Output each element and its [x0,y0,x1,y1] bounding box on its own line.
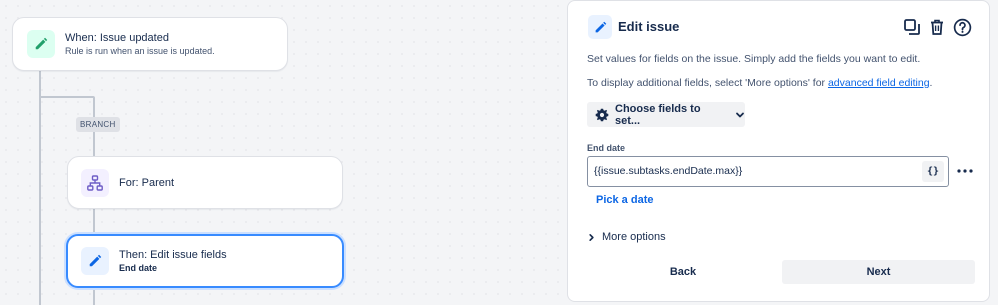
action-node-title: Then: Edit issue fields [119,249,227,261]
more-horizontal-icon[interactable] [955,161,975,181]
help-icon[interactable] [951,16,973,38]
smart-value-button[interactable]: {} [922,161,944,182]
chevron-down-icon [735,110,745,120]
connector-branch-curve [39,96,95,98]
advanced-field-editing-link[interactable]: advanced field editing [828,77,930,89]
action-node-text: Then: Edit issue fields End date [119,248,227,274]
duplicate-icon[interactable] [901,16,923,38]
panel-description: Set values for fields on the issue. Simp… [587,53,921,65]
action-node[interactable]: Then: Edit issue fields End date [66,234,344,288]
end-date-label: End date [587,143,626,153]
choose-fields-button[interactable]: Choose fields to set... [587,102,745,127]
trigger-node-text: When: Issue updated Rule is run when an … [65,31,215,57]
description-suffix: . [929,77,933,89]
branch-node-text: For: Parent [119,176,174,190]
choose-fields-label: Choose fields to set... [615,102,701,127]
description-prefix: To display additional fields, select 'Mo… [587,77,828,89]
trigger-node-title: When: Issue updated [65,32,169,44]
trigger-node-subtitle: Rule is run when an issue is updated. [65,46,215,56]
end-date-input[interactable]: {{issue.subtasks.endDate.max}} {} [587,156,949,187]
back-button[interactable]: Back [587,260,779,284]
more-options-toggle[interactable]: More options [587,229,666,245]
rule-canvas: BRANCH When: Issue updated Rule is run w… [0,0,560,305]
gear-icon [595,108,609,122]
branch-tag: BRANCH [76,117,120,132]
next-button[interactable]: Next [782,260,975,284]
panel-title: Edit issue [618,19,680,34]
pick-a-date-link[interactable]: Pick a date [596,194,653,206]
end-date-value: {{issue.subtasks.endDate.max}} [594,165,743,177]
trash-icon[interactable] [926,16,948,38]
hierarchy-icon [81,168,109,197]
connector-line [39,70,41,305]
pencil-icon [81,247,109,275]
edit-issue-panel: Edit issue Set values for fields on the … [567,0,990,302]
panel-description-advanced: To display additional fields, select 'Mo… [587,77,932,89]
pencil-icon [588,15,612,39]
pencil-icon [27,30,55,58]
action-node-subtitle: End date [119,263,158,273]
chevron-right-icon [587,233,596,242]
more-options-label: More options [602,231,666,243]
trigger-node[interactable]: When: Issue updated Rule is run when an … [12,17,288,71]
branch-node-title: For: Parent [119,176,175,189]
branch-node[interactable]: For: Parent [67,156,343,209]
